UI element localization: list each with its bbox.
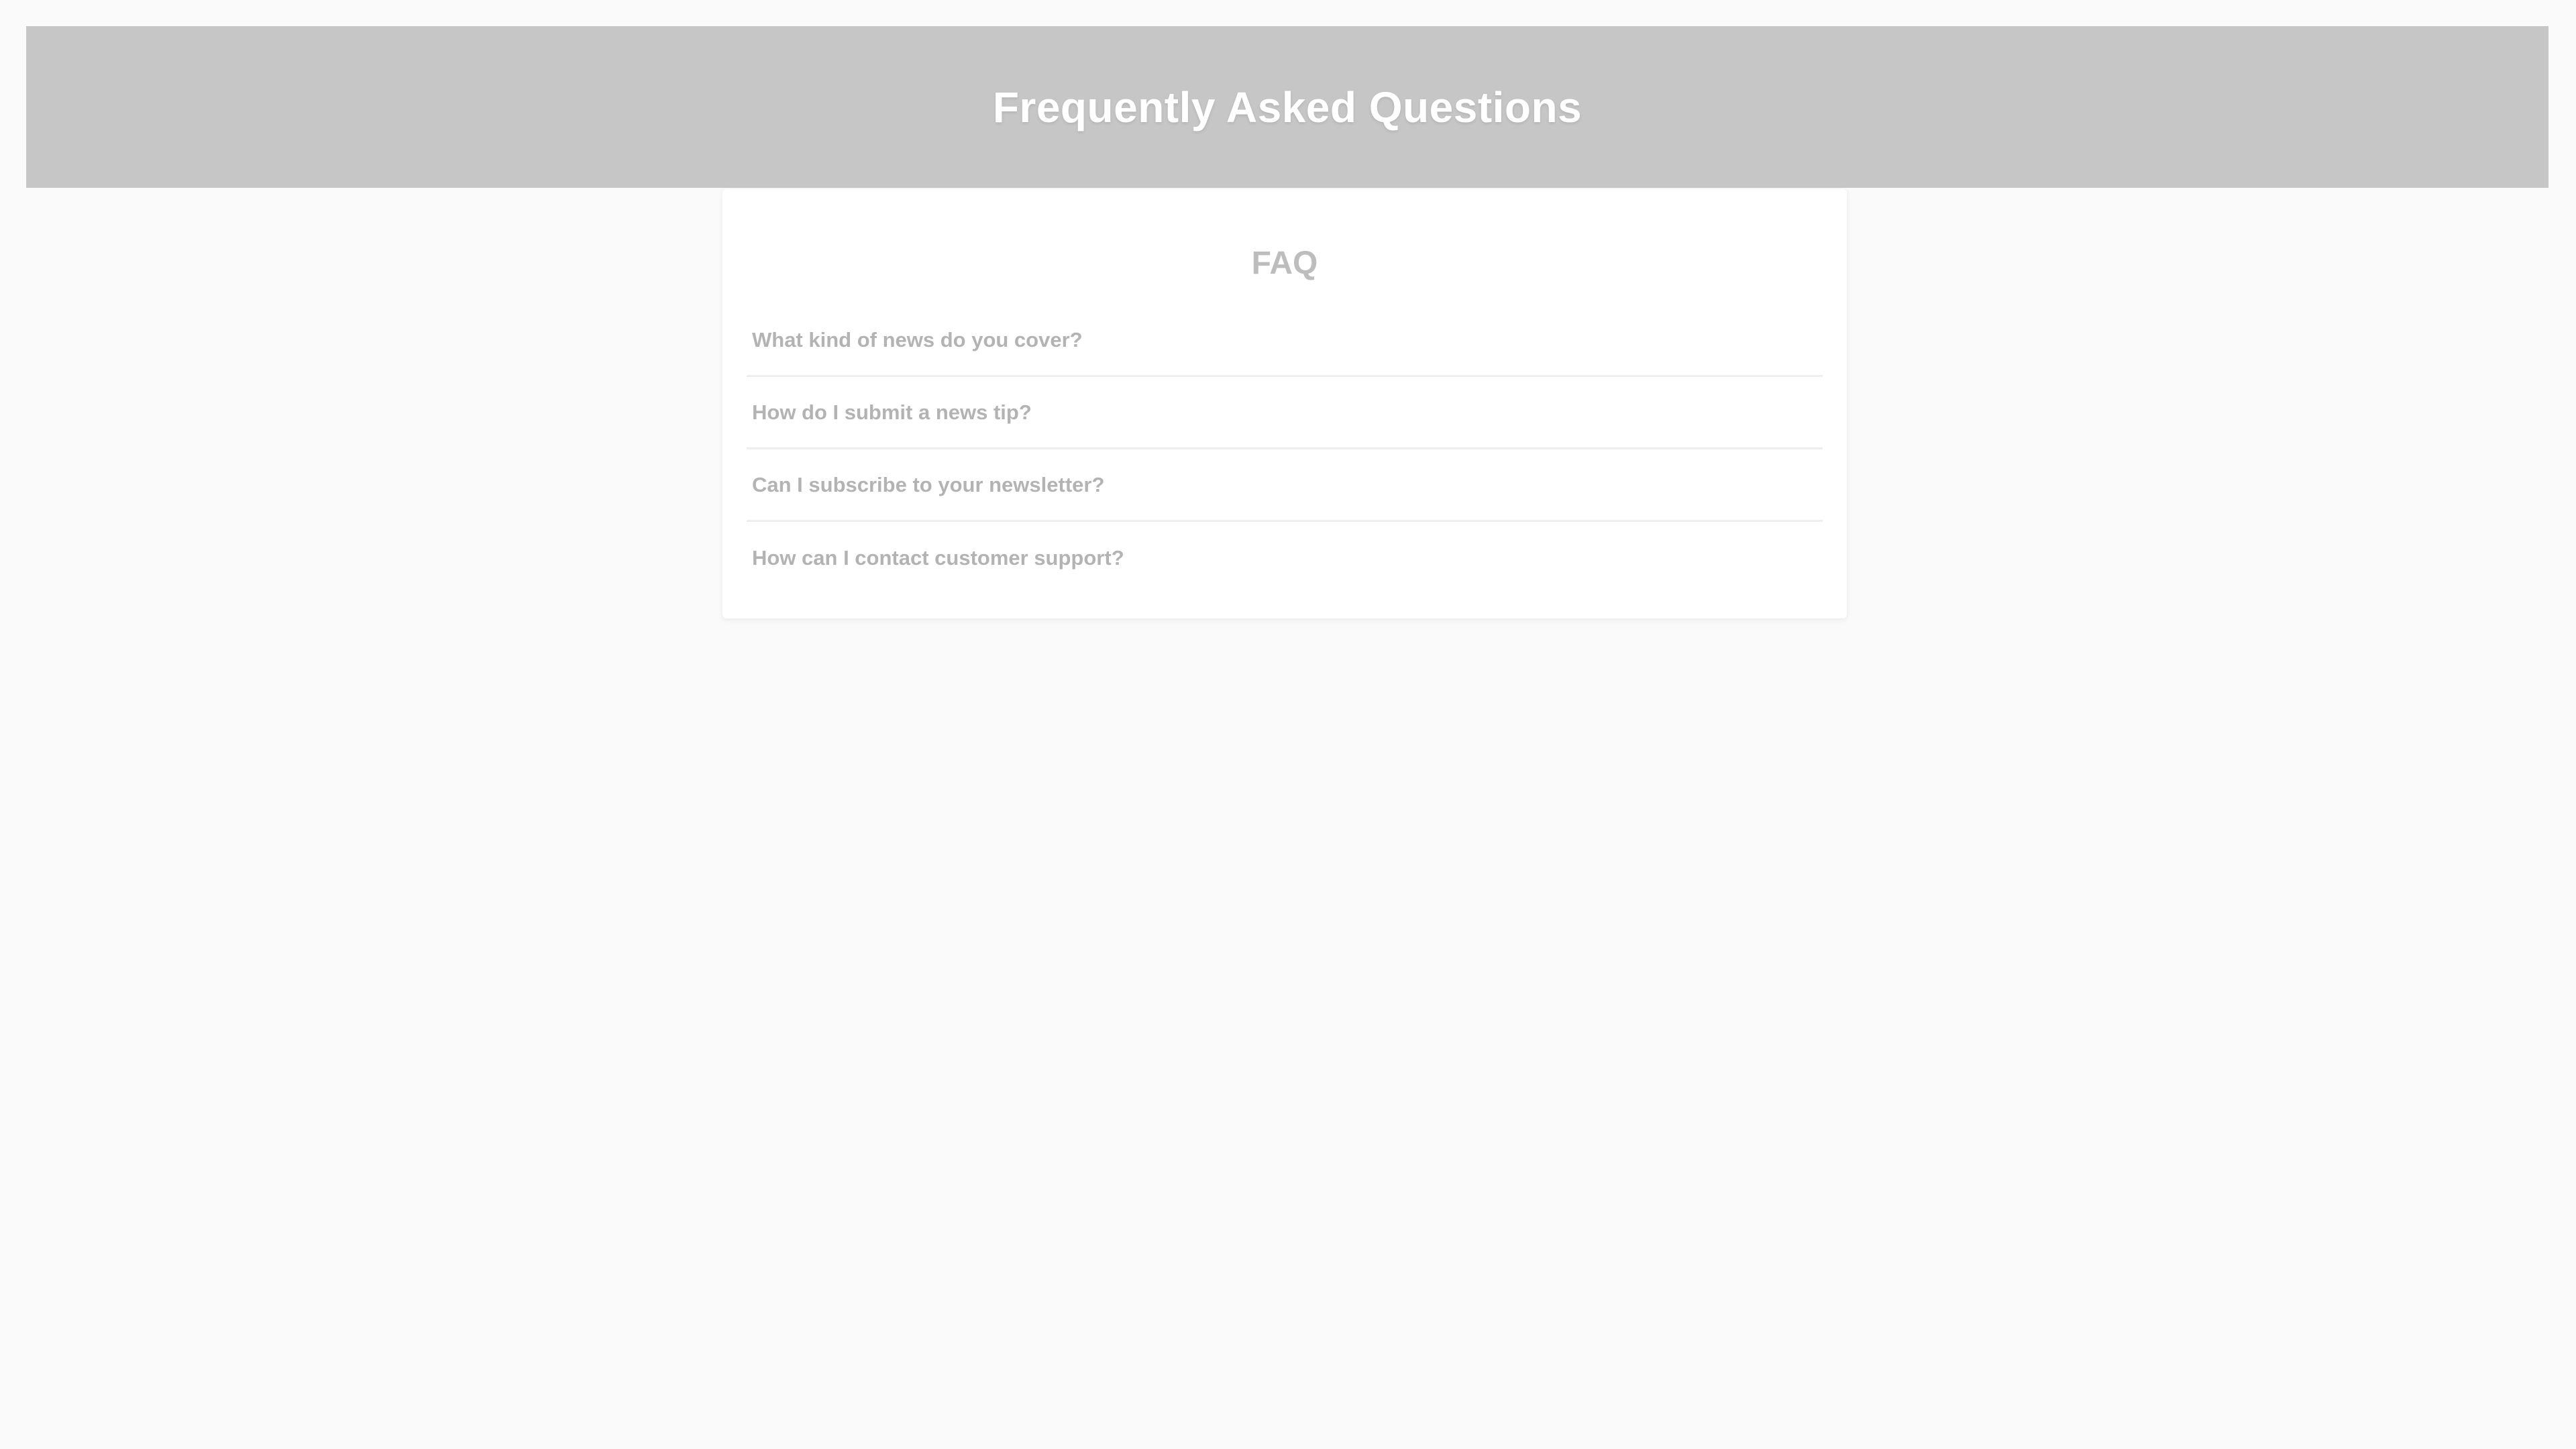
page: Frequently Asked Questions FAQ What kind… bbox=[0, 0, 2576, 1449]
faq-card: FAQ What kind of news do you cover? How … bbox=[722, 189, 1847, 619]
faq-list: What kind of news do you cover? How do I… bbox=[747, 305, 1823, 594]
page-title: Frequently Asked Questions bbox=[992, 83, 1582, 131]
faq-question: What kind of news do you cover? bbox=[752, 327, 1083, 352]
faq-heading: FAQ bbox=[1251, 246, 1318, 281]
header-banner: Frequently Asked Questions bbox=[26, 26, 2548, 188]
faq-question: How do I submit a news tip? bbox=[752, 400, 1032, 424]
faq-item-newsletter[interactable]: Can I subscribe to your newsletter? bbox=[747, 449, 1823, 522]
faq-question: Can I subscribe to your newsletter? bbox=[752, 472, 1105, 496]
faq-item-news-coverage[interactable]: What kind of news do you cover? bbox=[747, 305, 1823, 377]
faq-item-news-tip[interactable]: How do I submit a news tip? bbox=[747, 377, 1823, 449]
faq-question: How can I contact customer support? bbox=[752, 546, 1124, 570]
faq-item-customer-support[interactable]: How can I contact customer support? bbox=[747, 522, 1823, 594]
